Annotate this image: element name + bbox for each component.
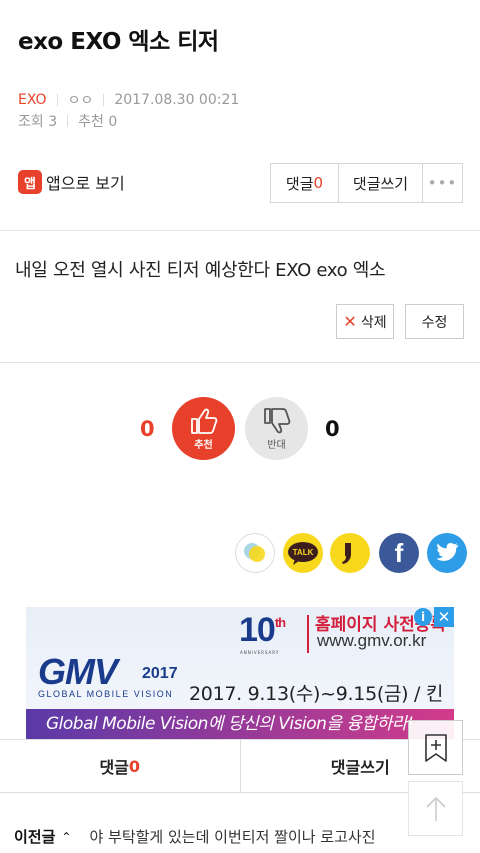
recommend-label: 추천 xyxy=(194,439,213,451)
ad-info-icon[interactable]: i xyxy=(414,608,432,626)
ad-divider xyxy=(307,615,309,653)
recommend-button[interactable]: 추천 xyxy=(172,397,235,460)
thumbs-up-icon xyxy=(190,408,217,434)
ad-anniversary-text: ANNIVERSARY xyxy=(240,650,280,655)
category-link[interactable]: EXO xyxy=(18,92,47,108)
oppose-vote-count: 0 xyxy=(325,417,340,441)
page-title: exo EXO 엑소 티저 xyxy=(18,29,219,55)
facebook-icon: f xyxy=(394,537,404,568)
facebook-share-button[interactable]: f xyxy=(379,533,419,573)
talk-text: TALK xyxy=(293,548,314,557)
post-datetime: 2017.08.30 00:21 xyxy=(114,92,240,108)
edit-button[interactable]: 수정 xyxy=(405,304,464,339)
post-stats: 조회 3 추천 0 xyxy=(18,111,117,131)
divider xyxy=(0,230,480,231)
ad-anniversary-number: 10th xyxy=(239,611,286,649)
twitter-share-button[interactable] xyxy=(427,533,467,573)
divider xyxy=(56,94,58,106)
ad-slogan: Global Mobile Vision에 당신의 Vision을 융합하라! xyxy=(26,709,454,739)
ad-url: www.gmv.or.kr xyxy=(317,631,427,650)
recommend-vote-count: 0 xyxy=(140,417,155,441)
prev-post-link[interactable]: 이전글 ⌃ 야 부탁할게 있는데 이번티저 짤이나 로고사진 xyxy=(14,826,376,847)
app-view-button[interactable]: 앱 앱으로 보기 xyxy=(18,170,125,194)
comment-button[interactable]: 댓글 0 xyxy=(271,164,339,202)
kakao-share-button[interactable] xyxy=(330,533,370,573)
ad-logo: GMV xyxy=(38,651,118,692)
twitter-icon xyxy=(436,543,459,561)
kakaotalk-icon: TALK xyxy=(288,542,318,565)
kakaostory-icon xyxy=(244,543,265,562)
comment-toolbar: 댓글 0 댓글쓰기 ••• xyxy=(270,163,463,203)
post-body: 내일 오전 열시 사진 티저 예상한다 EXO exo 엑소 xyxy=(15,260,386,281)
app-view-label: 앱으로 보기 xyxy=(46,174,125,193)
write-comment-button[interactable]: 댓글쓰기 xyxy=(339,164,423,202)
thumbs-down-icon xyxy=(263,407,290,433)
chevron-up-icon: ⌃ xyxy=(61,829,72,844)
oppose-label: 반대 xyxy=(267,439,286,451)
close-icon: ✕ xyxy=(343,312,357,331)
delete-button[interactable]: ✕ 삭제 xyxy=(336,304,394,339)
recommend-count: 추천 0 xyxy=(78,114,118,130)
app-icon: 앱 xyxy=(18,170,42,194)
kakaotalk-share-button[interactable]: TALK xyxy=(283,533,323,573)
bookmark-add-icon xyxy=(424,733,447,762)
prev-post-label: 이전글 xyxy=(14,828,56,846)
comment-count: 0 xyxy=(313,174,324,192)
prev-post-title: 야 부탁할게 있는데 이번티저 짤이나 로고사진 xyxy=(89,828,376,846)
bottom-comment-count: 0 xyxy=(128,756,141,776)
oppose-button[interactable]: 반대 xyxy=(245,397,308,460)
divider xyxy=(67,115,69,127)
bookmark-button[interactable] xyxy=(408,720,463,775)
more-button[interactable]: ••• xyxy=(423,164,462,202)
advertisement-banner[interactable]: 10th ANNIVERSARY 홈페이지 사전등록 www.gmv.or.kr… xyxy=(26,607,454,739)
divider xyxy=(103,94,105,106)
ad-year: 2017 xyxy=(142,665,178,682)
divider xyxy=(0,362,480,363)
ad-subtitle: GLOBAL MOBILE VISION xyxy=(38,689,174,699)
view-count: 조회 3 xyxy=(18,114,58,130)
bottom-comment-button[interactable]: 댓글 0 xyxy=(0,740,241,792)
kakao-icon xyxy=(342,543,351,564)
author-name[interactable]: ㅇㅇ xyxy=(68,90,94,110)
kakaostory-share-button[interactable] xyxy=(235,533,275,573)
post-meta: EXO ㅇㅇ 2017.08.30 00:21 xyxy=(18,90,239,110)
arrow-up-icon xyxy=(425,796,446,821)
ad-close-icon[interactable]: ✕ xyxy=(434,607,454,627)
scroll-top-button[interactable] xyxy=(408,781,463,836)
